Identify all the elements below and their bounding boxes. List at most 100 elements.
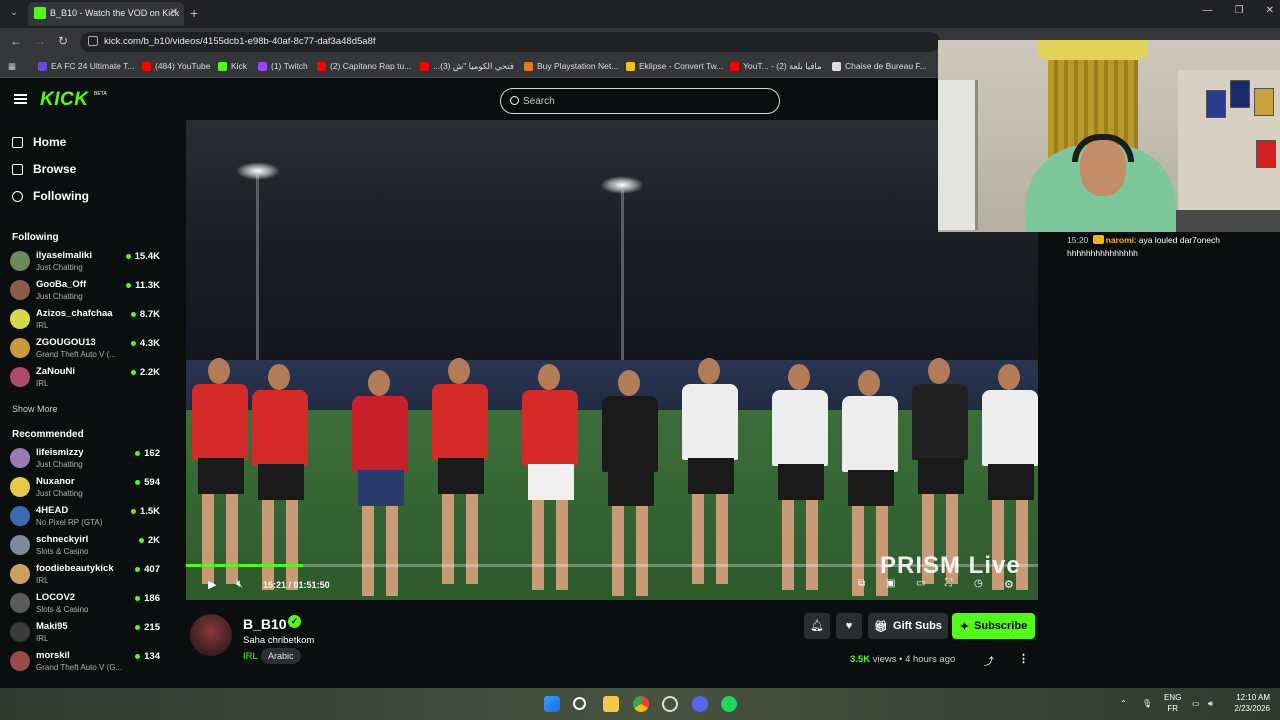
sidebar-channel-item[interactable]: Nuxanor Just Chatting 594: [10, 474, 160, 502]
poster: [1254, 88, 1274, 116]
channel-name[interactable]: B_B10: [243, 616, 287, 632]
back-icon[interactable]: ←: [10, 34, 22, 48]
subscribe-button[interactable]: ✦ Subscribe: [952, 613, 1035, 639]
live-dot-icon: [125, 254, 131, 259]
site-info-icon[interactable]: [88, 36, 98, 46]
theater-mode-icon[interactable]: ▭: [916, 578, 925, 589]
start-icon[interactable]: [544, 696, 560, 712]
tab-close-icon[interactable]: ✕: [170, 7, 178, 18]
search-input[interactable]: [523, 92, 763, 110]
browser-tab[interactable]: B_B10 - Watch the VOD on Kick ✕: [28, 2, 184, 26]
show-more-link[interactable]: Show More: [12, 404, 58, 414]
clip-icon[interactable]: ⧉: [858, 578, 865, 589]
tab-search-icon[interactable]: ⌄: [6, 5, 22, 21]
minimize-icon[interactable]: —: [1203, 5, 1213, 16]
eklipse-icon: [626, 61, 635, 71]
sidebar-channel-item[interactable]: schneckyirl Slots & Casino 2K: [10, 532, 160, 560]
video-progress-bar[interactable]: [186, 564, 1038, 567]
channel-name: Maki95: [36, 621, 68, 632]
viewer-count: 15.4K: [125, 251, 160, 262]
tray-chevron-icon[interactable]: ⌃: [1120, 698, 1127, 709]
sidebar-item-following[interactable]: Following: [12, 189, 89, 203]
avatar[interactable]: [190, 614, 232, 656]
webcam-door: [938, 80, 978, 230]
bookmark-label: (1) Twitch: [271, 61, 308, 71]
bookmark-item[interactable]: EA FC 24 Ultimate T...: [38, 61, 134, 71]
pip-icon[interactable]: ▣: [886, 578, 895, 589]
sidebar-channel-item[interactable]: LOCOV2 Slots & Casino 186: [10, 590, 160, 618]
new-tab-icon[interactable]: +: [190, 5, 198, 21]
live-dot-icon: [135, 596, 141, 601]
sidebar-channel-item[interactable]: ilyaselmaliki Just Chatting 15.4K: [10, 248, 160, 276]
home-icon: [12, 136, 23, 148]
viewer-count: 1.5K: [130, 506, 160, 517]
bookmark-item[interactable]: Kick: [218, 61, 247, 71]
taskbar-search-icon[interactable]: [573, 697, 586, 710]
video-player[interactable]: PRISM Live ▶ 🔇︎ 15:21 / 01:51:50 ⧉ ▣ ▭ ⛶…: [186, 120, 1038, 600]
chrome-icon[interactable]: [633, 696, 649, 712]
kick-logo[interactable]: KICK: [40, 89, 88, 111]
close-window-icon[interactable]: ✕: [1266, 5, 1274, 16]
sidebar-channel-item[interactable]: Maki95 IRL 215: [10, 619, 160, 647]
page-icon: [832, 61, 841, 71]
viewer-count-value: 407: [144, 564, 160, 575]
sidebar-channel-item[interactable]: foodiebeautykick IRL 407: [10, 561, 160, 589]
bookmark-item[interactable]: (2) Capitano Rap tu...: [317, 61, 411, 71]
sidebar-channel-item[interactable]: morskil Grand Theft Auto V (G... 134: [10, 648, 160, 676]
reload-icon[interactable]: ↻: [58, 34, 68, 48]
microphone-icon[interactable]: 🎙︎: [1142, 698, 1152, 709]
sidebar-channel-item[interactable]: GooBa_Off Just Chatting 11.3K: [10, 277, 160, 305]
bookmark-item[interactable]: ...فتحي الكوميا "ش (3): [420, 61, 514, 72]
bookmark-item[interactable]: Chaise de Bureau F...: [832, 61, 927, 71]
language-indicator[interactable]: ENG FR: [1164, 692, 1181, 714]
discord-icon[interactable]: [692, 696, 708, 712]
language-tag[interactable]: Arabic: [261, 648, 301, 664]
apps-grid-icon[interactable]: ▦: [8, 61, 16, 72]
bookmark-label: Buy Playstation Net...: [537, 61, 619, 71]
channel-name: foodiebeautykick: [36, 563, 114, 574]
bookmark-item[interactable]: YouT... - مافيا بلعة (2): [730, 61, 822, 72]
forward-icon[interactable]: →: [34, 34, 46, 48]
notification-bell-button[interactable]: 🔔︎: [804, 613, 830, 639]
sidebar-channel-item[interactable]: Azizos_chafchaa IRL 8.7K: [10, 306, 160, 334]
mute-icon[interactable]: 🔇︎: [236, 578, 243, 591]
menu-icon[interactable]: [14, 94, 27, 104]
fullscreen-icon[interactable]: ⛶: [945, 578, 952, 589]
spotify-icon[interactable]: [721, 696, 737, 712]
bookmark-item[interactable]: (1) Twitch: [258, 61, 308, 71]
share-icon[interactable]: ⤴: [984, 653, 994, 668]
bookmark-item[interactable]: Buy Playstation Net...: [524, 61, 618, 71]
viewer-count: 8.7K: [130, 309, 160, 320]
gift-subs-button[interactable]: 🎁︎ Gift Subs: [868, 613, 948, 639]
sidebar-item-browse[interactable]: Browse: [12, 162, 76, 176]
follow-button[interactable]: ♥: [836, 613, 862, 639]
url-field[interactable]: kick.com/b_b10/videos/4155dcb1-e98b-40af…: [80, 32, 940, 52]
file-explorer-icon[interactable]: [603, 696, 619, 712]
sidebar-channel-item[interactable]: 4HEAD No Pixel RP (GTA) 1.5K: [10, 503, 160, 531]
channel-name: morskil: [36, 650, 70, 661]
sidebar-item-home[interactable]: Home: [12, 135, 66, 149]
bookmark-item[interactable]: (484) YouTube: [142, 61, 210, 71]
live-dot-icon: [135, 480, 141, 485]
viewer-count: 2K: [138, 535, 160, 546]
avatar: [10, 338, 30, 358]
poster: [1230, 80, 1250, 108]
viewer-count-value: 594: [144, 477, 160, 488]
network-icon[interactable]: ▭: [1192, 698, 1200, 709]
channel-name: 4HEAD: [36, 505, 69, 516]
play-icon[interactable]: ▶: [208, 578, 216, 591]
category-link[interactable]: IRL: [243, 651, 258, 662]
bookmark-item[interactable]: Eklipse - Convert Tw...: [626, 61, 723, 71]
obs-icon[interactable]: [662, 696, 678, 712]
live-dot-icon: [135, 451, 141, 456]
settings-gear-icon[interactable]: ⚙: [1004, 578, 1014, 591]
playback-speed-icon[interactable]: ◷: [974, 578, 983, 589]
clock[interactable]: 12:10 AM 2/23/2026: [1226, 692, 1270, 714]
sidebar-channel-item[interactable]: ZaNouNi IRL 2.2K: [10, 364, 160, 392]
restore-icon[interactable]: ❐: [1235, 5, 1244, 16]
chat-username[interactable]: naromi: [1106, 235, 1134, 245]
volume-icon[interactable]: 🔊︎: [1208, 698, 1213, 709]
sidebar-channel-item[interactable]: ZGOUGOU13 Grand Theft Auto V (... 4.3K: [10, 335, 160, 363]
sidebar-channel-item[interactable]: lifeismizzy Just Chatting 162: [10, 445, 160, 473]
more-options-icon[interactable]: ⋮: [1018, 652, 1029, 665]
